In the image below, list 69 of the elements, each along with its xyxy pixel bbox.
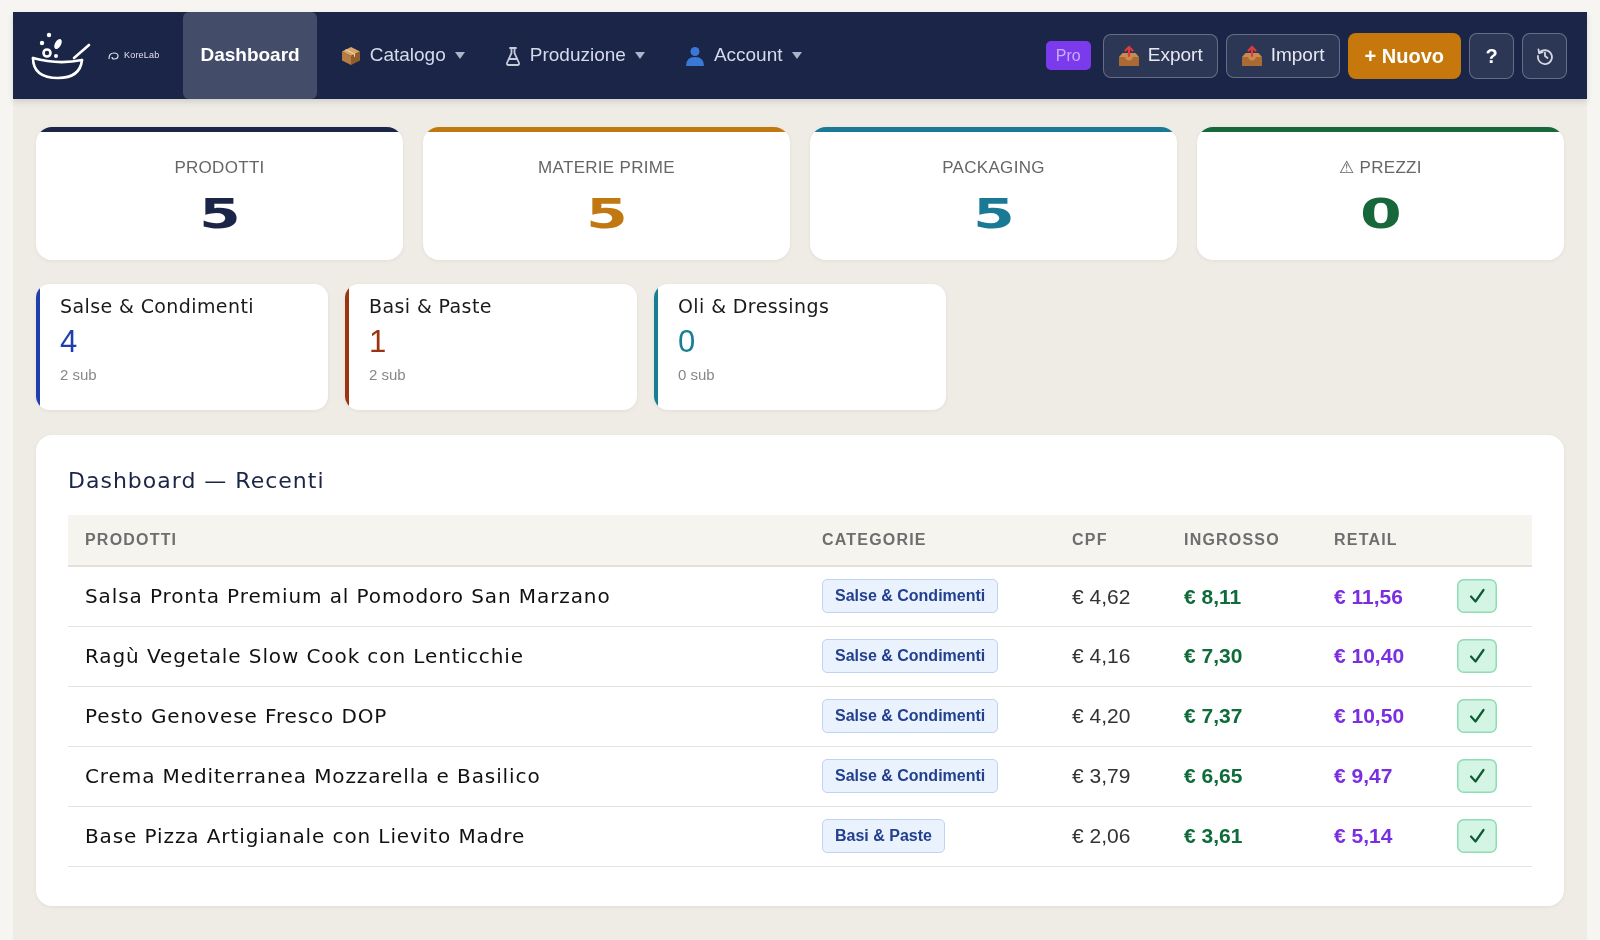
category-tag: Salse & Condimenti: [822, 579, 999, 614]
swirl-icon: [108, 50, 120, 61]
tray-upload-icon: [1240, 44, 1263, 67]
column-header: CPF: [1072, 531, 1108, 548]
subcategory-count: 2 sub: [369, 366, 406, 384]
retail-price: € 10,40: [1334, 644, 1405, 668]
column-header: RETAIL: [1334, 531, 1398, 548]
product-name: Crema Mediterranea Mozzarella e Basilico: [85, 764, 541, 788]
category-name: Salse & Condimenti: [60, 294, 254, 318]
category-count: 0: [678, 324, 696, 360]
category-tag: Salse & Condimenti: [822, 759, 999, 793]
wholesale-price: € 7,37: [1184, 704, 1243, 728]
plan-badge: Pro: [1045, 41, 1091, 70]
wholesale-price: € 7,30: [1184, 644, 1243, 668]
stat-value: 5: [198, 192, 241, 236]
stat-label: PRODOTTI: [173, 158, 266, 178]
flask-icon: [504, 45, 521, 66]
category-name: Oli & Dressings: [678, 294, 830, 318]
stat-label: MATERIE PRIME: [537, 158, 676, 178]
category-card[interactable]: Basi & Paste 1 2 sub: [345, 284, 637, 410]
subcategory-count: 2 sub: [60, 366, 97, 384]
retail-price: € 10,50: [1334, 704, 1405, 728]
product-name: Pesto Genovese Fresco DOP: [85, 704, 388, 728]
column-header: INGROSSO: [1184, 531, 1280, 548]
stat-label: ⚠ PREZZI: [1338, 158, 1423, 178]
wholesale-price: € 3,61: [1184, 824, 1243, 848]
box-icon: [340, 45, 361, 66]
cpf-price: € 4,62: [1072, 584, 1131, 608]
cpf-price: € 4,20: [1072, 704, 1131, 728]
toolbar-button[interactable]: Import: [1225, 33, 1340, 78]
user-icon: [684, 45, 705, 66]
product-name: Base Pizza Artigianale con Lievito Madre: [85, 824, 526, 848]
column-header: CATEGORIE: [822, 531, 927, 548]
nav-tab[interactable]: Catalogo: [324, 12, 481, 99]
cpf-price: € 4,16: [1072, 644, 1131, 668]
tray-upload-icon: [1117, 44, 1140, 67]
category-tag: Salse & Condimenti: [822, 699, 999, 733]
history-button[interactable]: [1522, 32, 1567, 79]
product-name: Salsa Pronta Premium al Pomodoro San Marzano: [85, 584, 611, 609]
nav-tab[interactable]: Produzione: [488, 12, 661, 99]
category-name: Basi & Paste: [369, 294, 492, 318]
category-card[interactable]: Salse & Condimenti 4 2 sub: [36, 284, 328, 410]
subcategory-count: 0 sub: [678, 366, 715, 384]
brand-name: KoreLab: [124, 48, 160, 62]
cpf-price: € 2,06: [1072, 824, 1131, 848]
stat-value: 0: [1359, 192, 1402, 236]
toolbar-button[interactable]: Export: [1102, 33, 1218, 78]
column-header: PRODOTTI: [85, 531, 178, 548]
panel-title: Dashboard — Recenti: [68, 467, 326, 495]
category-tag: Salse & Condimenti: [822, 639, 999, 673]
product-name: Ragù Vegetale Slow Cook con Lenticchie: [85, 644, 524, 668]
category-card[interactable]: Oli & Dressings 0 0 sub: [654, 284, 946, 410]
category-count: 4: [60, 324, 78, 360]
stat-label: PACKAGING: [941, 158, 1046, 178]
nav-tab[interactable]: Dashboard: [183, 12, 317, 99]
stat-value: 5: [585, 192, 628, 236]
category-count: 1: [369, 324, 387, 360]
category-tag: Basi & Paste: [822, 819, 945, 853]
bowl-logo[interactable]: [30, 30, 92, 81]
help-button[interactable]: ?: [1469, 32, 1514, 79]
cpf-price: € 3,79: [1072, 764, 1131, 788]
retail-price: € 5,14: [1334, 824, 1393, 848]
history-icon: [1535, 46, 1554, 65]
wholesale-price: € 8,11: [1184, 584, 1242, 608]
wholesale-price: € 6,65: [1184, 764, 1243, 788]
nav-tab[interactable]: Account: [668, 12, 818, 99]
stat-value: 5: [972, 192, 1015, 236]
retail-price: € 9,47: [1334, 764, 1393, 788]
retail-price: € 11,56: [1334, 584, 1403, 608]
